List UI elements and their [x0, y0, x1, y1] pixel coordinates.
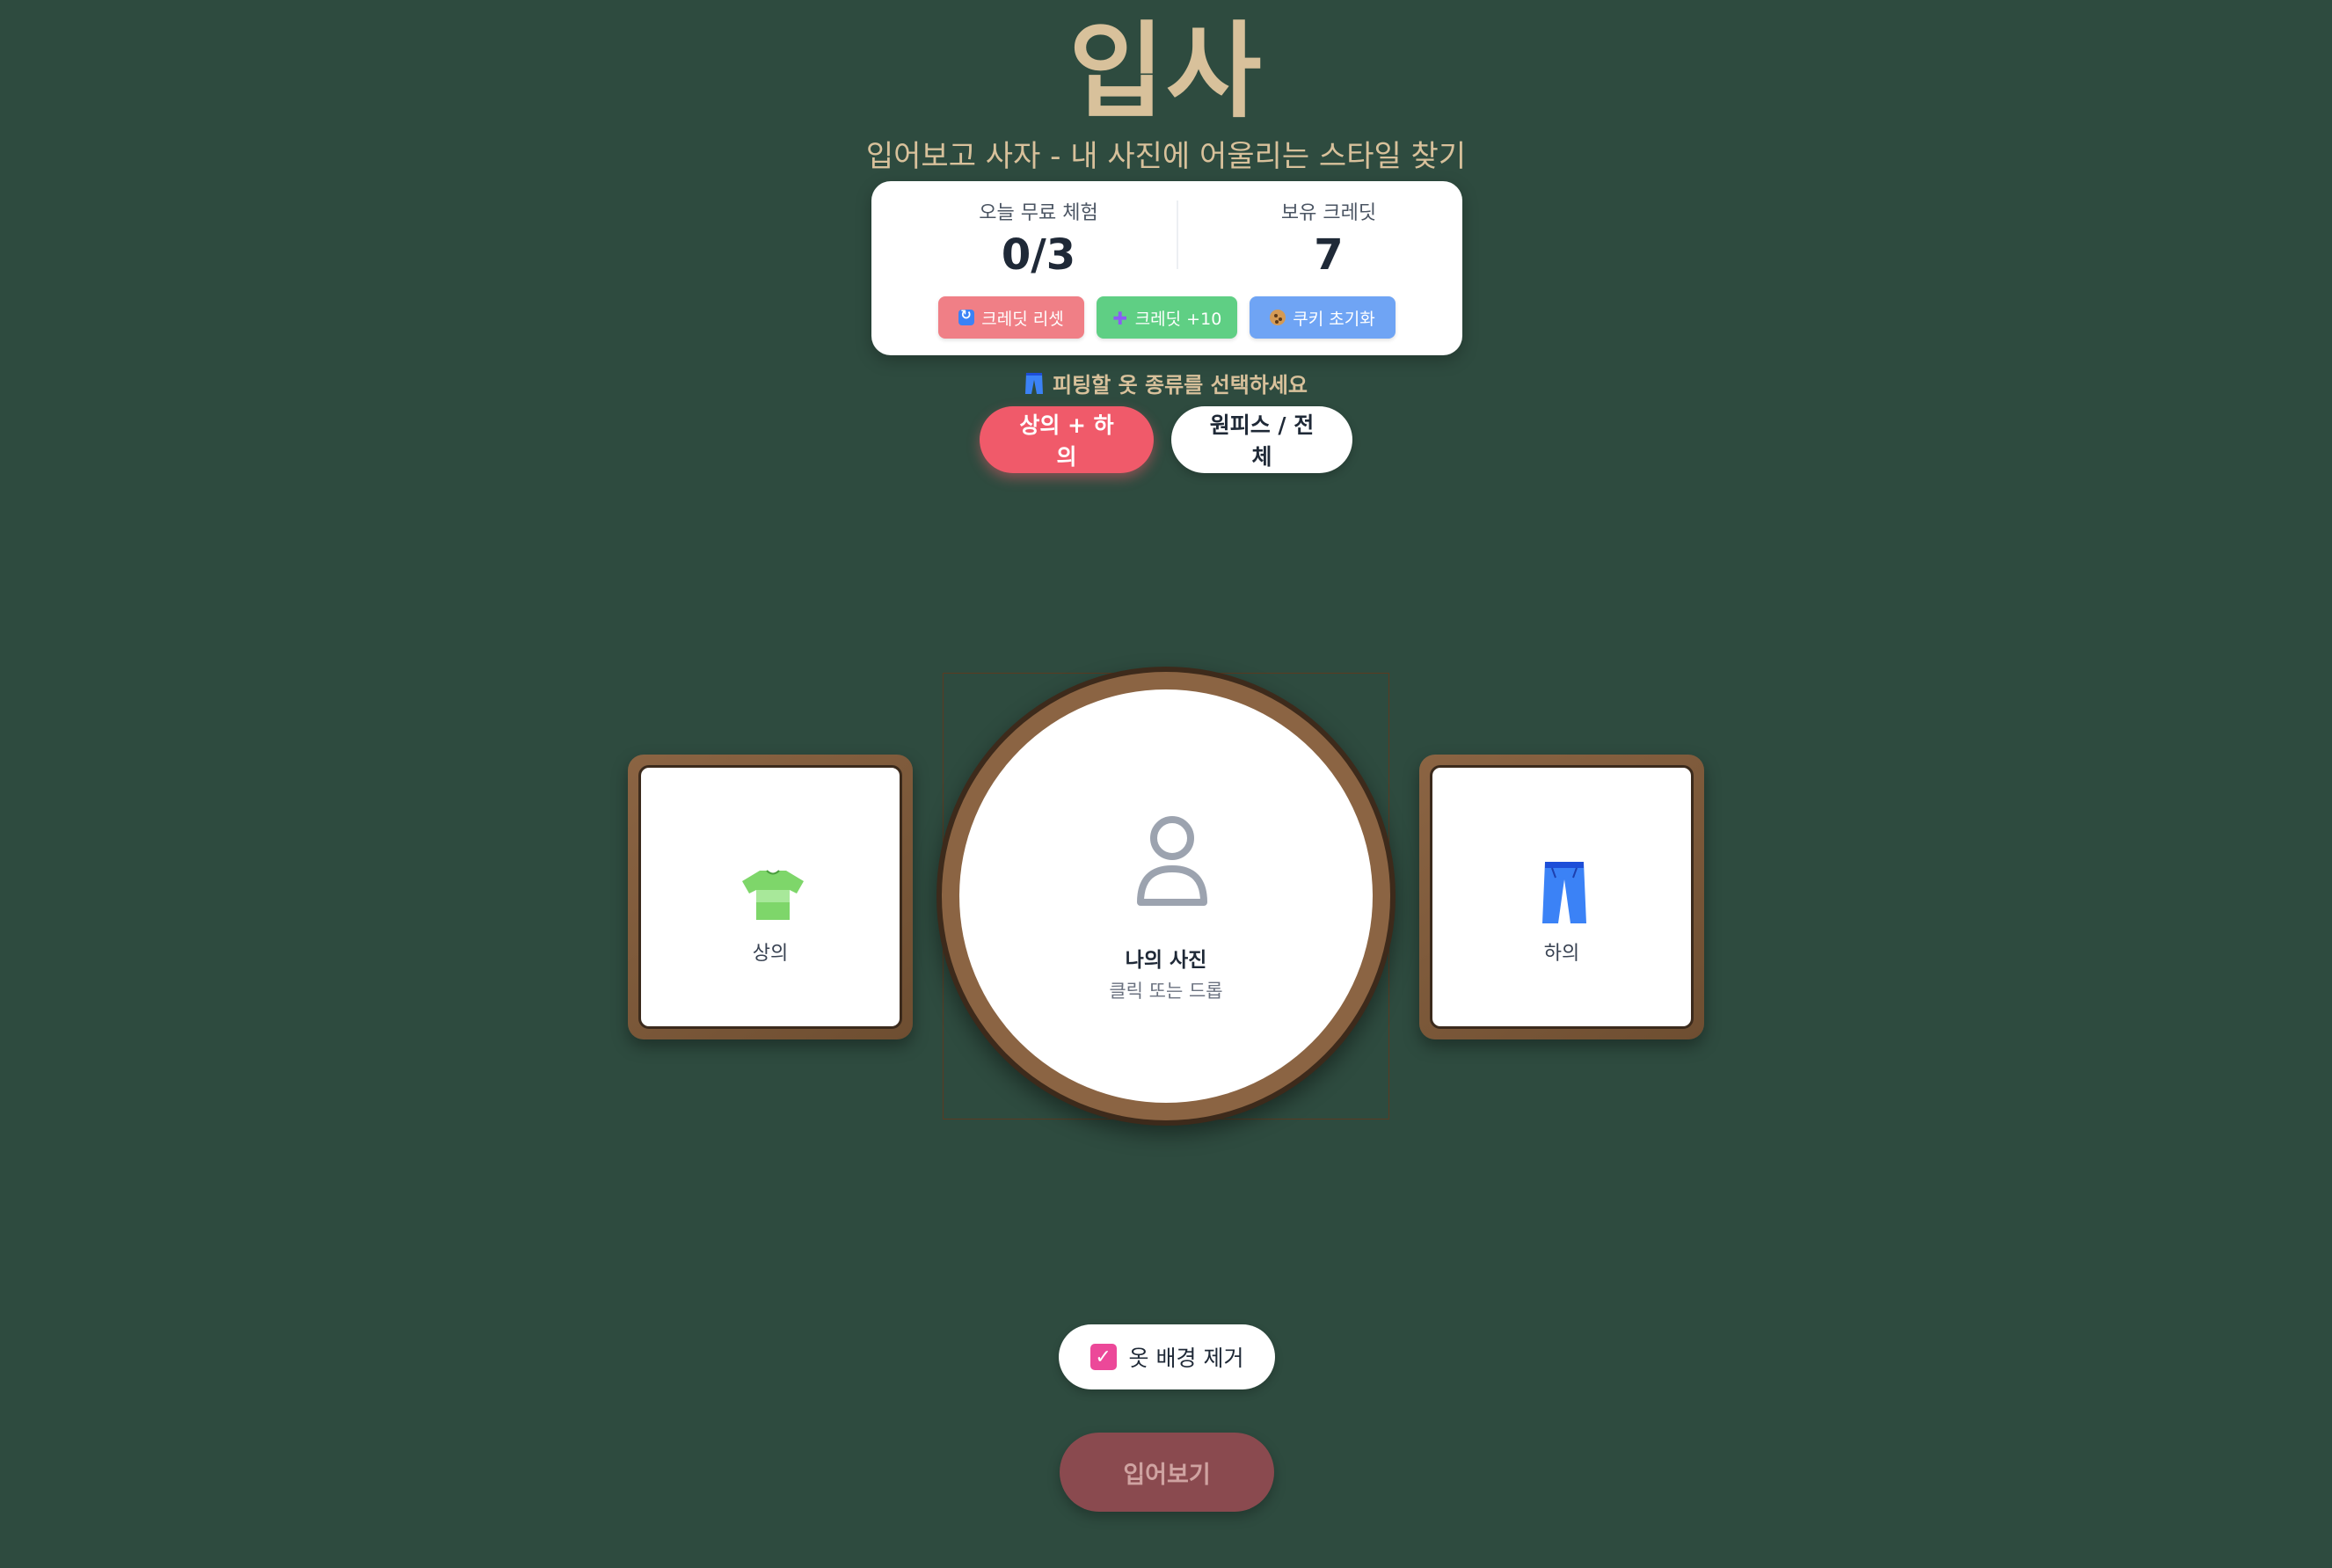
person-icon — [1136, 814, 1208, 906]
photo-frame-wood: 나의 사진 클릭 또는 드롭 — [942, 672, 1390, 1120]
photo-hint: 클릭 또는 드롭 — [1109, 981, 1223, 1002]
cookie-reset-button[interactable]: 쿠키 초기화 — [1250, 296, 1396, 339]
top-label: 상의 — [752, 943, 789, 965]
free-trial-stat: 오늘 무료 체험 0/3 — [907, 197, 1170, 280]
top-upload-area[interactable]: 상의 — [638, 765, 902, 1029]
owned-credit-value: 7 — [1314, 230, 1344, 280]
refresh-icon — [958, 307, 975, 325]
free-trial-value: 0/3 — [1001, 230, 1076, 280]
stat-divider — [1177, 201, 1178, 269]
bg-remove-option[interactable]: ✓ 옷 배경 제거 — [1059, 1324, 1275, 1389]
type-dress-button[interactable]: 원피스 / 전체 — [1171, 406, 1352, 473]
tshirt-icon — [740, 869, 805, 922]
bg-remove-label: 옷 배경 제거 — [1128, 1346, 1244, 1371]
plus-icon — [1112, 310, 1128, 325]
credit-card: 오늘 무료 체험 0/3 보유 크레딧 7 크레딧 리셋 크레딧 +10 쿠키 … — [871, 181, 1462, 355]
credit-plus-label: 크레딧 +10 — [1134, 309, 1222, 329]
photo-upload-area[interactable]: 나의 사진 클릭 또는 드롭 — [959, 689, 1373, 1103]
bottom-upload-frame[interactable]: 하의 — [1419, 755, 1704, 1039]
cookie-reset-label: 쿠키 초기화 — [1293, 309, 1375, 329]
type-buttons: 상의 + 하의 원피스 / 전체 — [0, 406, 2332, 473]
credit-reset-label: 크레딧 리셋 — [981, 309, 1064, 329]
jeans-icon — [1024, 372, 1044, 395]
bottom-label: 하의 — [1543, 943, 1580, 965]
credit-plus-button[interactable]: 크레딧 +10 — [1097, 296, 1237, 339]
top-upload-frame[interactable]: 상의 — [628, 755, 913, 1039]
free-trial-label: 오늘 무료 체험 — [979, 202, 1098, 224]
type-top-bottom-button[interactable]: 상의 + 하의 — [980, 406, 1154, 473]
app-subtitle: 입어보고 사자 - 내 사진에 어울리는 스타일 찾기 — [865, 139, 1467, 174]
try-on-button[interactable]: 입어보기 — [1060, 1433, 1274, 1512]
photo-upload-frame[interactable]: 나의 사진 클릭 또는 드롭 — [936, 667, 1396, 1126]
jeans-large-icon — [1541, 860, 1587, 925]
credit-reset-button[interactable]: 크레딧 리셋 — [938, 296, 1084, 339]
page: 입사 입어보고 사자 - 내 사진에 어울리는 스타일 찾기 오늘 무료 체험 … — [0, 0, 2332, 1568]
owned-credit-label: 보유 크레딧 — [1280, 202, 1377, 224]
cookie-icon — [1270, 310, 1286, 325]
photo-title: 나의 사진 — [1125, 949, 1207, 972]
credit-buttons: 크레딧 리셋 크레딧 +10 쿠키 초기화 — [871, 296, 1462, 339]
app-title: 입사 — [1068, 11, 1264, 132]
bg-remove-checkbox[interactable]: ✓ — [1089, 1344, 1117, 1370]
type-heading: 피팅할 옷 종류를 선택하세요 — [0, 368, 2332, 398]
owned-credit-stat: 보유 크레딧 7 — [1197, 197, 1461, 280]
bottom-upload-area[interactable]: 하의 — [1430, 765, 1694, 1029]
type-heading-text: 피팅할 옷 종류를 선택하세요 — [1052, 373, 1308, 397]
